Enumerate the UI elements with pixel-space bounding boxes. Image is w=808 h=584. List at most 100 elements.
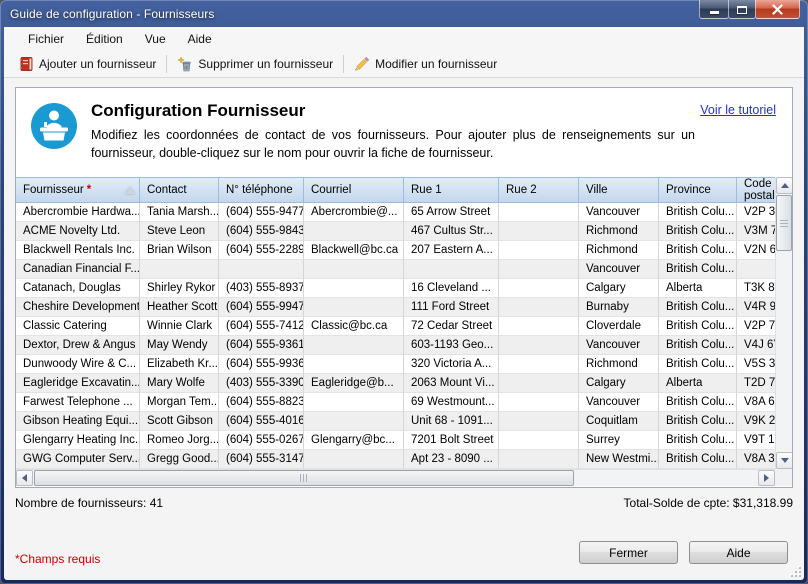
table-cell[interactable]: (604) 555-9936 <box>219 355 304 374</box>
table-cell[interactable]: Alberta <box>659 374 737 393</box>
table-cell[interactable]: British Colu... <box>659 336 737 355</box>
table-cell[interactable]: Blackwell Rentals Inc. <box>16 241 140 260</box>
table-cell[interactable] <box>304 393 404 412</box>
table-cell[interactable]: Heather Scott <box>140 298 219 317</box>
table-cell[interactable]: British Colu... <box>659 241 737 260</box>
table-row[interactable]: Canadian Financial F... VancouverBritish … <box>16 260 775 279</box>
table-cell[interactable]: British Colu... <box>659 317 737 336</box>
table-cell[interactable]: Eagleridge@b... <box>304 374 404 393</box>
table-cell[interactable] <box>499 317 579 336</box>
edit-supplier-button[interactable]: Modifier un fournisseur <box>346 53 505 75</box>
table-cell[interactable]: 7201 Bolt Street <box>404 431 499 450</box>
table-cell[interactable]: Abercrombie Hardwa... <box>16 203 140 222</box>
table-row[interactable]: Glengarry Heating Inc.Romeo Jorg...(604)… <box>16 431 775 450</box>
table-cell[interactable]: V2N 6R5 <box>737 241 775 260</box>
table-cell[interactable]: 320 Victoria A... <box>404 355 499 374</box>
table-cell[interactable]: British Colu... <box>659 355 737 374</box>
table-cell[interactable]: (403) 555-3390 <box>219 374 304 393</box>
table-cell[interactable]: 111 Ford Street <box>404 298 499 317</box>
table-cell[interactable]: Glengarry@bc... <box>304 431 404 450</box>
table-cell[interactable]: Scott Gibson <box>140 412 219 431</box>
table-cell[interactable] <box>499 393 579 412</box>
table-cell[interactable]: Glengarry Heating Inc. <box>16 431 140 450</box>
table-cell[interactable]: Cloverdale <box>579 317 659 336</box>
table-cell[interactable] <box>304 260 404 279</box>
table-cell[interactable]: Apt 23 - 8090 ... <box>404 450 499 469</box>
table-cell[interactable]: Farwest Telephone ... <box>16 393 140 412</box>
table-cell[interactable]: T3K 8V2 <box>737 279 775 298</box>
table-cell[interactable]: Winnie Clark <box>140 317 219 336</box>
table-row[interactable]: Dextor, Drew & AngusMay Wendy(604) 555-9… <box>16 336 775 355</box>
table-cell[interactable]: British Colu... <box>659 298 737 317</box>
scroll-up-button[interactable] <box>776 177 793 194</box>
table-cell[interactable]: Canadian Financial F... <box>16 260 140 279</box>
table-cell[interactable]: 65 Arrow Street <box>404 203 499 222</box>
column-header-rue2[interactable]: Rue 2 <box>499 177 579 203</box>
table-cell[interactable] <box>304 298 404 317</box>
table-cell[interactable]: GWG Computer Serv... <box>16 450 140 469</box>
table-cell[interactable]: British Colu... <box>659 393 737 412</box>
table-cell[interactable]: V4J 6Y9 <box>737 336 775 355</box>
table-cell[interactable] <box>499 412 579 431</box>
table-cell[interactable]: British Colu... <box>659 450 737 469</box>
table-cell[interactable]: Shirley Rykor <box>140 279 219 298</box>
table-cell[interactable] <box>499 260 579 279</box>
table-cell[interactable]: T2D 7K0 <box>737 374 775 393</box>
table-cell[interactable] <box>304 412 404 431</box>
table-cell[interactable]: V5S 3K1 <box>737 355 775 374</box>
vertical-scrollbar[interactable] <box>775 177 792 469</box>
table-cell[interactable]: Calgary <box>579 279 659 298</box>
table-cell[interactable]: Tania Marsh... <box>140 203 219 222</box>
table-cell[interactable]: British Colu... <box>659 260 737 279</box>
table-cell[interactable]: Morgan Tem... <box>140 393 219 412</box>
scroll-right-button[interactable] <box>758 470 775 486</box>
table-cell[interactable] <box>304 450 404 469</box>
close-button[interactable] <box>755 0 800 19</box>
menu-aide[interactable]: Aide <box>177 29 223 49</box>
table-cell[interactable] <box>499 450 579 469</box>
menu-edition[interactable]: Édition <box>75 29 134 49</box>
titlebar[interactable]: Guide de configuration - Fournisseurs <box>0 0 808 27</box>
resize-grip[interactable] <box>791 567 801 577</box>
table-cell[interactable]: Brian Wilson <box>140 241 219 260</box>
table-cell[interactable] <box>404 260 499 279</box>
table-cell[interactable]: British Colu... <box>659 203 737 222</box>
table-cell[interactable]: Vancouver <box>579 260 659 279</box>
table-cell[interactable]: V4R 9V4 <box>737 298 775 317</box>
table-cell[interactable]: (604) 555-0267 <box>219 431 304 450</box>
table-cell[interactable] <box>219 260 304 279</box>
table-cell[interactable]: Richmond <box>579 355 659 374</box>
column-header-code-postal[interactable]: Code postal <box>737 177 775 203</box>
table-cell[interactable]: 16 Cleveland ... <box>404 279 499 298</box>
table-row[interactable]: Gibson Heating Equi...Scott Gibson(604) … <box>16 412 775 431</box>
table-cell[interactable]: Calgary <box>579 374 659 393</box>
table-cell[interactable]: 69 Westmount... <box>404 393 499 412</box>
column-header-courriel[interactable]: Courriel <box>304 177 404 203</box>
table-cell[interactable]: V3M 7Q9 <box>737 222 775 241</box>
table-cell[interactable]: Coquitlam <box>579 412 659 431</box>
table-cell[interactable] <box>304 279 404 298</box>
table-cell[interactable]: V2P 3P3 <box>737 203 775 222</box>
table-cell[interactable]: (604) 555-9947 <box>219 298 304 317</box>
scroll-down-button[interactable] <box>776 452 793 469</box>
maximize-button[interactable] <box>728 0 756 19</box>
column-header-telephone[interactable]: N° téléphone <box>219 177 304 203</box>
scroll-left-button[interactable] <box>16 470 33 486</box>
table-cell[interactable]: (403) 555-8937 <box>219 279 304 298</box>
table-row[interactable]: GWG Computer Serv...Gregg Good...(604) 5… <box>16 450 775 469</box>
column-header-contact[interactable]: Contact <box>140 177 219 203</box>
table-cell[interactable]: Richmond <box>579 222 659 241</box>
table-cell[interactable] <box>499 279 579 298</box>
table-cell[interactable]: Gregg Good... <box>140 450 219 469</box>
table-cell[interactable] <box>499 374 579 393</box>
table-cell[interactable] <box>304 336 404 355</box>
column-header-fournisseur[interactable]: Fournisseur * <box>16 177 140 203</box>
table-cell[interactable]: (604) 555-3147 <box>219 450 304 469</box>
table-cell[interactable]: Richmond <box>579 241 659 260</box>
table-cell[interactable]: V8A 3W <box>737 450 775 469</box>
table-cell[interactable]: Blackwell@bc.ca <box>304 241 404 260</box>
table-cell[interactable]: V2P 7T9 <box>737 317 775 336</box>
close-dialog-button[interactable]: Fermer <box>579 541 678 564</box>
table-cell[interactable]: 603-1193 Geo... <box>404 336 499 355</box>
table-cell[interactable]: Burnaby <box>579 298 659 317</box>
